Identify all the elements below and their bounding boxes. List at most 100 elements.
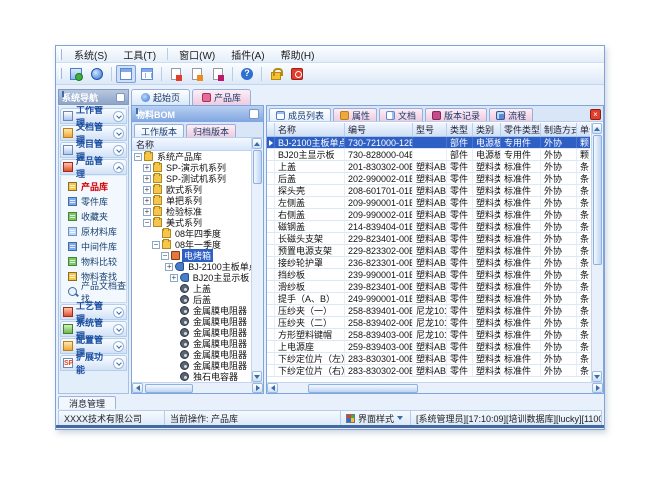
chevron-down-icon[interactable] (113, 128, 124, 139)
navpanel-button[interactable] (66, 65, 86, 83)
scrollbar-thumb[interactable] (308, 384, 418, 393)
scroll-down-icon[interactable] (252, 371, 262, 382)
bom-tab-0[interactable]: 工作版本 (134, 124, 184, 137)
doc-button[interactable] (187, 65, 207, 83)
expander-plus-icon[interactable]: + (143, 186, 151, 194)
table-horizontal-scrollbar[interactable] (267, 382, 603, 393)
table-row[interactable]: 接纱轮护罩236-823301-00E塑料ABS零件塑料类标准件外协条 (267, 257, 590, 269)
close-icon[interactable]: × (590, 109, 601, 120)
doc-button[interactable] (208, 65, 228, 83)
chevron-down-icon[interactable] (113, 341, 124, 352)
menu-item-4[interactable]: 帮助(H) (273, 46, 323, 63)
scroll-right-icon[interactable] (592, 383, 603, 393)
sidebar-item-3[interactable]: 原材料库 (61, 224, 126, 239)
sidebar-item-7[interactable]: 产品文档查找 (61, 284, 126, 299)
document-tab-0[interactable]: 起始页 (131, 89, 190, 105)
column-header-6[interactable]: 制造方式 (541, 123, 577, 136)
column-header-7[interactable]: 单位 (577, 123, 590, 136)
expander-plus-icon[interactable]: + (165, 263, 173, 271)
doc-button[interactable] (166, 65, 186, 83)
menu-item-0[interactable]: 系统(S) (66, 46, 115, 63)
column-header-5[interactable]: 零件类型 (501, 123, 541, 136)
table-row[interactable]: 预置电源支架229-823302-00E塑料ABS零件塑料类标准件外协条 (267, 245, 590, 257)
menu-item-1[interactable]: 工具(T) (115, 46, 164, 63)
table-row[interactable]: 压纱夹（二）258-839402-00E尼龙1010零件塑料类标准件外协条 (267, 317, 590, 329)
tree-horizontal-scrollbar[interactable] (132, 382, 263, 393)
sidebar-item-0[interactable]: 产品库 (61, 179, 126, 194)
column-header-1[interactable]: 编号 (345, 123, 413, 136)
chevron-up-icon[interactable] (113, 162, 124, 173)
table-row[interactable]: 下纱定位片（右）283-830302-00E塑料ABS零件塑料类标准件外协条 (267, 365, 590, 377)
sidebar-section-7[interactable]: SP扩展功能 (60, 355, 127, 371)
scroll-right-icon[interactable] (252, 383, 263, 393)
members-tab-3[interactable]: 版本记录 (425, 108, 487, 121)
table-row[interactable]: 压纱夹（一）258-839401-00E尼龙1010零件塑料类标准件外协条 (267, 305, 590, 317)
table-vertical-scrollbar[interactable] (591, 123, 603, 382)
table-row[interactable]: 右侧盖209-990002-01E塑料ABS零件塑料类标准件外协条 (267, 209, 590, 221)
expander-minus-icon[interactable]: − (143, 219, 151, 227)
help-button[interactable]: ? (237, 65, 257, 83)
scrollbar-thumb[interactable] (593, 135, 602, 265)
toolbar-grip[interactable] (59, 68, 62, 79)
column-header-4[interactable]: 类别 (473, 123, 501, 136)
pushpin-icon[interactable] (249, 109, 259, 119)
tree-vertical-scrollbar[interactable] (251, 138, 263, 382)
table-row[interactable]: 长磁头支架229-823401-00E塑料ABS零件塑料类标准件外协条 (267, 233, 590, 245)
table-row[interactable]: BJ-2100主板单点730-721000-12E部件电源板专用件外协颗 (267, 137, 590, 149)
table-row[interactable]: 上电源座259-839403-00E塑料ABS零件塑料类标准件外协条 (267, 341, 590, 353)
table-row[interactable]: BJ20主显示板730-828000-04E部件电源板专用件外协颗 (267, 149, 590, 161)
expander-plus-icon[interactable]: + (143, 164, 151, 172)
members-tab-1[interactable]: 属性 (333, 108, 377, 121)
table-row[interactable]: 挡纱板239-990001-01E塑料ABS零件塑料类标准件外协条 (267, 269, 590, 281)
table-row[interactable]: 探头壳208-601701-01E塑料ABS零件塑料类标准件外协条 (267, 185, 590, 197)
scroll-left-icon[interactable] (132, 383, 143, 393)
table-row[interactable]: 下纱定位片（左）283-830301-00E塑料ABS零件塑料类标准件外协条 (267, 353, 590, 365)
column-header-2[interactable]: 型号 (413, 123, 447, 136)
sidebar-item-2[interactable]: 收藏夹 (61, 209, 126, 224)
exit-button[interactable] (287, 65, 307, 83)
table-row[interactable]: 磁钢盖214-839404-01E塑料ABS零件塑料类标准件外协条 (267, 221, 590, 233)
menubar-grip[interactable] (59, 49, 62, 60)
sidebar-item-4[interactable]: 中间件库 (61, 239, 126, 254)
menu-item-2[interactable]: 窗口(W) (171, 46, 223, 63)
globe-button[interactable] (87, 65, 107, 83)
ui-style-dropdown[interactable]: 界面样式 (341, 411, 411, 425)
members-tab-2[interactable]: 文档 (379, 108, 423, 121)
scroll-down-icon[interactable] (592, 371, 602, 382)
table-row[interactable]: 上盖201-830302-00E塑料ABS零件塑料类标准件外协条 (267, 161, 590, 173)
table-row[interactable]: 提手（A、B）249-990001-01E塑料ABS零件塑料类标准件外协条 (267, 293, 590, 305)
tree-item[interactable]: 独石电容器 (132, 371, 251, 382)
expander-plus-icon[interactable]: + (143, 208, 151, 216)
document-tab-1[interactable]: 产品库 (192, 89, 251, 105)
expander-plus-icon[interactable]: + (170, 274, 178, 282)
table-row[interactable]: 滑纱板239-823401-00E塑料ABS零件塑料类标准件外协条 (267, 281, 590, 293)
scrollbar-thumb[interactable] (253, 150, 262, 184)
sidebar-section-3[interactable]: 产品管理 (60, 159, 127, 175)
table-row[interactable]: 后盖202-990002-01E塑料ABS零件塑料类标准件外协条 (267, 173, 590, 185)
table-row[interactable]: 方形塑料键帽258-839403-00E尼龙1010零件塑料类标准件外协条 (267, 329, 590, 341)
bom-tab-1[interactable]: 归档版本 (186, 124, 236, 137)
scrollbar-thumb[interactable] (145, 384, 193, 393)
sidebar-item-1[interactable]: 零件库 (61, 194, 126, 209)
column-header-3[interactable]: 类型 (447, 123, 473, 136)
column-header-0[interactable]: 名称 (275, 123, 345, 136)
expander-minus-icon[interactable]: − (134, 153, 142, 161)
chevron-down-icon[interactable] (113, 145, 124, 156)
scroll-up-icon[interactable] (252, 138, 262, 149)
tree-column-header[interactable]: 名称 (132, 138, 251, 151)
expander-minus-icon[interactable]: − (152, 241, 160, 249)
expander-plus-icon[interactable]: + (143, 197, 151, 205)
menu-item-3[interactable]: 插件(A) (223, 46, 272, 63)
chevron-down-icon[interactable] (113, 307, 124, 318)
chevron-down-icon[interactable] (113, 111, 124, 122)
lock-button[interactable] (266, 65, 286, 83)
expander-plus-icon[interactable]: + (143, 175, 151, 183)
expander-minus-icon[interactable]: − (161, 252, 169, 260)
pushpin-icon[interactable] (116, 93, 125, 102)
chevron-down-icon[interactable] (113, 324, 124, 335)
message-manager-tab[interactable]: 消息管理 (58, 396, 116, 409)
chevron-down-icon[interactable] (113, 358, 124, 369)
members-tab-4[interactable]: 流程 (489, 108, 533, 121)
members-tab-0[interactable]: 成员列表 (269, 108, 331, 121)
scroll-up-icon[interactable] (592, 123, 602, 134)
